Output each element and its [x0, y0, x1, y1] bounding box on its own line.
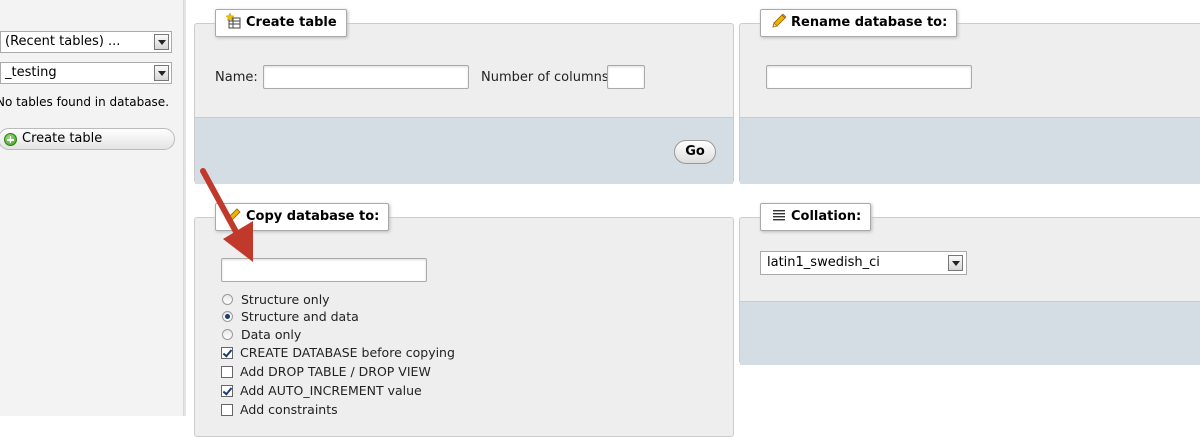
collation-select[interactable]: latin1_swedish_ci [760, 251, 967, 275]
add-constraints-checkbox[interactable] [221, 404, 233, 416]
add-constraints-label: Add constraints [240, 402, 338, 417]
add-icon [4, 133, 17, 146]
database-select-value: _testing [5, 65, 57, 80]
add-drop-table-checkbox[interactable] [221, 366, 233, 378]
add-auto-increment-checkbox[interactable] [221, 385, 233, 397]
create-table-panel: Name: Number of columns: Go [194, 23, 734, 184]
annotation-arrow-icon [200, 168, 253, 262]
copy-database-panel: Structure only Structure and data Data o… [194, 217, 734, 437]
pencil-icon [771, 13, 787, 29]
no-tables-message: No tables found in database. [0, 95, 170, 109]
create-table-footer: Go [195, 117, 733, 184]
chevron-down-icon [154, 34, 169, 50]
structure-and-data-label: Structure and data [241, 309, 359, 324]
create-database-label: CREATE DATABASE before copying [240, 345, 455, 360]
sidebar-resize-handle[interactable] [184, 0, 186, 416]
collation-panel: latin1_swedish_ci [739, 217, 1200, 365]
create-database-checkbox[interactable] [221, 347, 233, 359]
structure-only-radio[interactable] [222, 294, 233, 305]
table-name-input[interactable] [263, 65, 469, 89]
add-drop-table-label: Add DROP TABLE / DROP VIEW [240, 364, 431, 379]
add-auto-increment-label: Add AUTO_INCREMENT value [240, 383, 422, 398]
collation-footer [740, 301, 1200, 365]
list-icon [771, 207, 787, 223]
rename-database-legend: Rename database to: [760, 9, 958, 37]
database-select[interactable]: _testing [0, 62, 172, 84]
chevron-down-icon [948, 255, 963, 271]
table-name-label: Name: [215, 70, 258, 85]
sidebar-create-table-label: Create table [22, 131, 103, 146]
structure-and-data-radio[interactable] [222, 311, 233, 322]
rename-database-panel [739, 23, 1200, 184]
collation-legend-text: Collation: [791, 209, 862, 224]
data-only-label: Data only [241, 327, 302, 342]
chevron-down-icon [154, 65, 169, 81]
recent-tables-value: (Recent tables) ... [5, 34, 121, 49]
number-of-columns-input[interactable] [607, 65, 645, 89]
rename-database-footer [740, 117, 1200, 184]
collation-legend: Collation: [760, 203, 872, 231]
sidebar-create-table-button[interactable]: Create table [0, 128, 175, 150]
rename-database-input[interactable] [766, 65, 972, 89]
structure-only-label: Structure only [241, 292, 330, 307]
create-table-icon [225, 12, 242, 29]
navigation-sidebar: (Recent tables) ... _testing No tables f… [0, 0, 184, 416]
number-of-columns-label: Number of columns: [481, 70, 614, 85]
create-table-legend: Create table [215, 9, 347, 37]
rename-database-legend-text: Rename database to: [791, 15, 948, 30]
go-button[interactable]: Go [674, 140, 716, 164]
collation-select-value: latin1_swedish_ci [767, 255, 880, 270]
data-only-radio[interactable] [222, 329, 233, 340]
create-table-legend-text: Create table [246, 15, 337, 30]
recent-tables-select[interactable]: (Recent tables) ... [0, 31, 172, 53]
